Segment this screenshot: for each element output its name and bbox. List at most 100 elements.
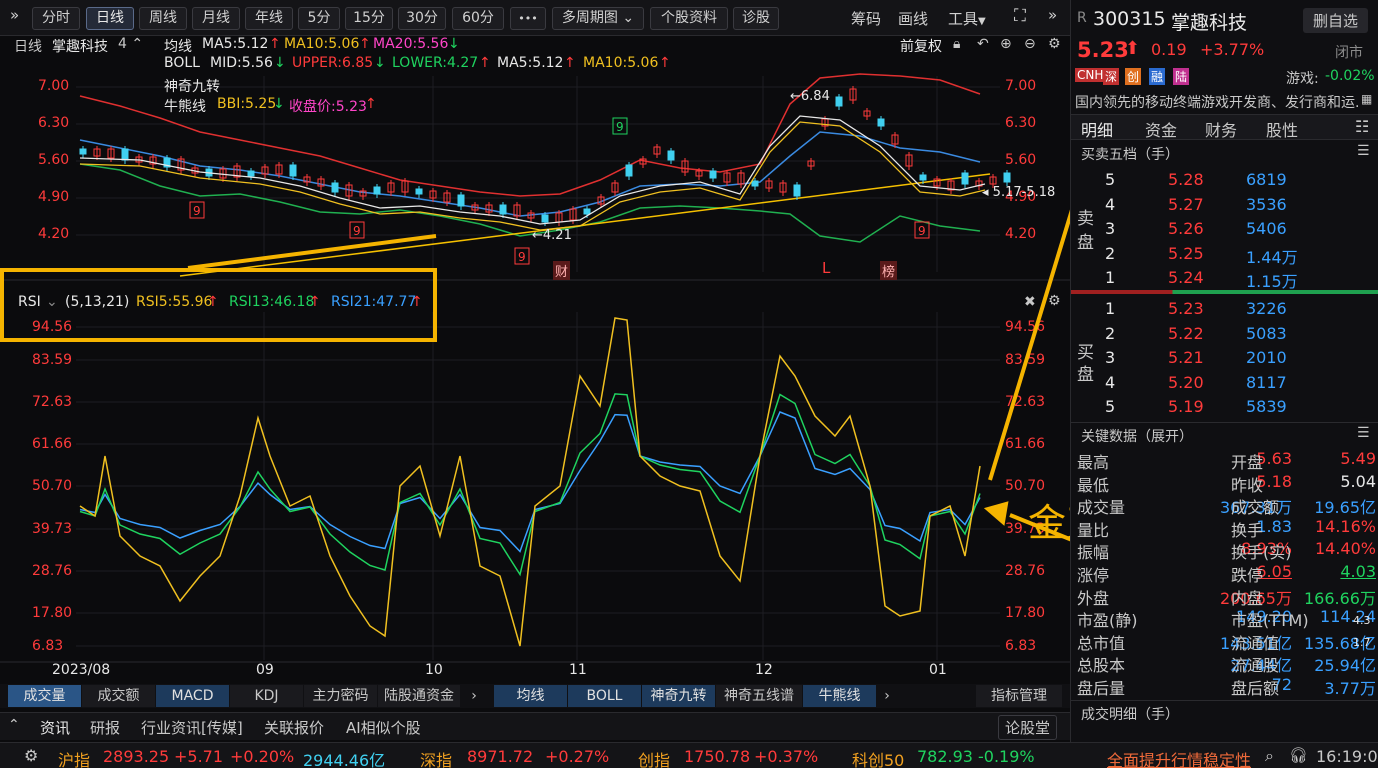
period-tab-60min[interactable]: 60分 <box>452 7 504 30</box>
tools-dropdown[interactable]: 工具▼ <box>948 8 986 29</box>
settings-gear-icon[interactable]: ⚙ <box>24 746 38 765</box>
expand-sidebar-button[interactable]: » <box>10 6 19 24</box>
tag-margin[interactable]: 融 <box>1149 68 1166 85</box>
ind-tab-northbound[interactable]: 陆股通资金 <box>378 685 460 707</box>
ind-tab-turnover[interactable]: 成交额 <box>82 685 155 707</box>
tag-cnh[interactable]: CNH <box>1075 68 1106 82</box>
multi-period-label: 多周期图 <box>561 10 618 26</box>
headset-icon[interactable]: 🎧︎ <box>1289 746 1308 764</box>
rights-adjust-dropdown[interactable]: 前复权 <box>900 36 942 56</box>
indicator-manage-button[interactable]: 指标管理 <box>976 685 1062 707</box>
promo-link[interactable]: 全面提升行情稳定性 <box>1107 747 1251 768</box>
zoom-out-icon[interactable]: ⊖ <box>1024 36 1036 52</box>
right-tab-finance[interactable]: 财务 <box>1205 117 1237 141</box>
info-tab-industry[interactable]: 行业资讯[传媒] <box>141 717 243 738</box>
kline-chart-area[interactable]: 99999 日线 掌趣科技 4 ⌃ 均线 MA5:5.12 ↑ MA10:5.06… <box>0 36 1070 684</box>
rsi5-line <box>79 317 981 647</box>
overlay-tab-magic-five[interactable]: 神奇五线谱 <box>716 685 802 707</box>
stock-profile-button[interactable]: 个股资料 <box>650 7 728 30</box>
sz-index-name[interactable]: 深指 <box>420 747 452 768</box>
search-icon[interactable]: ⌕ <box>1265 746 1274 766</box>
period-tab-weekly[interactable]: 周线 <box>139 7 187 30</box>
cy-index-name[interactable]: 创指 <box>638 747 670 768</box>
close-indicator-icon[interactable]: ✖ <box>1024 294 1036 310</box>
right-tab-character[interactable]: 股性 <box>1266 117 1298 141</box>
draw-line-button[interactable]: 画线 <box>898 8 928 29</box>
period-tab-15min[interactable]: 15分 <box>345 7 393 30</box>
chevron-right-icon[interactable]: › <box>462 685 486 707</box>
diagnose-button[interactable]: 诊股 <box>733 7 779 30</box>
event-l-badge[interactable]: L <box>822 259 830 277</box>
buy-level: 3 <box>1105 348 1116 367</box>
menu-icon[interactable]: ☰ <box>1357 425 1370 441</box>
overlay-tab-magic-nine[interactable]: 神奇九转 <box>642 685 715 707</box>
period-tab-yearly[interactable]: 年线 <box>245 7 293 30</box>
chevron-right-icon[interactable]: › <box>877 685 897 707</box>
ind-tab-kdj[interactable]: KDJ <box>230 685 303 707</box>
magic-nine-legend: 神奇九转 <box>164 79 220 95</box>
key-data-value: 25.94亿 <box>1314 656 1376 676</box>
tag-chinext[interactable]: 创 <box>1125 68 1142 85</box>
info-tab-news[interactable]: 资讯 <box>40 717 70 738</box>
overlay-tab-bull-bear[interactable]: 牛熊线 <box>803 685 876 707</box>
price-axis-right-1: 6.30 <box>1005 115 1037 131</box>
chevron-down-icon: ⌄ <box>617 10 635 26</box>
stock-flag: R <box>1077 10 1087 26</box>
info-tab-ai-similar[interactable]: AI相似个股 <box>346 717 421 738</box>
key-data-label: 量比 <box>1077 520 1110 540</box>
more-periods-button[interactable]: ••• <box>510 7 546 30</box>
tag-shenzhen[interactable]: 深 <box>1103 68 1120 85</box>
collapse-up-icon[interactable]: ⌃ <box>8 717 20 733</box>
indicator-count[interactable]: 4 ⌃ <box>118 36 143 52</box>
tag-connect[interactable]: 陆 <box>1173 68 1190 85</box>
trade-detail-title[interactable]: 成交明细（手） <box>1081 704 1179 724</box>
calendar-icon[interactable]: ☷ <box>1355 117 1369 136</box>
lock-icon[interactable]: 🔒︎ <box>953 36 960 52</box>
period-tab-timeshare[interactable]: 分时 <box>32 7 80 30</box>
period-tab-5min[interactable]: 5分 <box>298 7 340 30</box>
more-icon[interactable]: ▦ <box>1361 92 1372 106</box>
period-tab-30min[interactable]: 30分 <box>398 7 446 30</box>
undo-icon[interactable]: ↶ <box>977 36 989 52</box>
candle-body <box>625 164 633 177</box>
arrow-up-icon: ↑ <box>659 55 671 71</box>
ind-tab-macd[interactable]: MACD <box>156 685 229 707</box>
overlay-tab-boll[interactable]: BOLL <box>568 685 641 707</box>
kc50-index-name[interactable]: 科创50 <box>852 747 904 768</box>
chevron-down-icon[interactable]: ⌄ <box>46 294 58 310</box>
menu-icon[interactable]: ☰ <box>1357 143 1370 159</box>
arrow-up-icon: ↑ <box>564 55 576 71</box>
indicator-settings-gear-icon[interactable]: ⚙ <box>1048 293 1061 309</box>
company-description[interactable]: 国内领先的移动终端游戏开发商、发行商和运... <box>1075 92 1359 112</box>
chips-button[interactable]: 筹码 <box>851 8 881 29</box>
forum-button[interactable]: 论股堂 <box>998 715 1058 740</box>
ind-tab-main-code[interactable]: 主力密码 <box>304 685 377 707</box>
key-data-value: 5.49 <box>1340 449 1376 468</box>
collapse-panel-button[interactable]: » <box>1048 6 1057 24</box>
kline-chart-svg[interactable]: 9 9 9 9 9 <box>0 36 1070 684</box>
event-list-badge[interactable]: 榜 <box>880 261 898 280</box>
event-finance-badge[interactable]: 财 <box>553 261 571 280</box>
period-tab-daily[interactable]: 日线 <box>86 7 134 30</box>
info-tab-related[interactable]: 关联报价 <box>264 717 324 738</box>
sector-label[interactable]: 游戏: <box>1286 68 1319 88</box>
candle-body <box>121 148 129 161</box>
remove-watchlist-button[interactable]: 删自选 <box>1303 8 1369 33</box>
overlay-tab-ma[interactable]: 均线 <box>494 685 567 707</box>
sh-index-amount: 2944.46亿 <box>303 751 386 768</box>
ind-tab-volume[interactable]: 成交量 <box>8 685 81 707</box>
cy-index-pct: +0.37% <box>754 747 819 766</box>
zoom-in-icon[interactable]: ⊕ <box>1000 36 1012 52</box>
period-tab-monthly[interactable]: 月线 <box>192 7 240 30</box>
key-data-title[interactable]: 关键数据（展开） <box>1081 426 1193 446</box>
settings-gear-icon[interactable]: ⚙ <box>1048 36 1061 52</box>
fullscreen-icon[interactable]: ⛶ <box>1014 6 1026 26</box>
arrow-up-icon: ↑ <box>269 36 281 52</box>
price-change: 0.19 <box>1151 40 1187 59</box>
info-tab-reports[interactable]: 研报 <box>90 717 120 738</box>
boll-upper-value: UPPER:6.85 <box>292 55 374 71</box>
right-tab-funds[interactable]: 资金 <box>1145 117 1177 141</box>
sh-index-name[interactable]: 沪指 <box>58 747 90 768</box>
multi-period-dropdown[interactable]: 多周期图 ⌄ <box>552 7 644 30</box>
right-tab-detail[interactable]: 明细 <box>1081 117 1113 141</box>
